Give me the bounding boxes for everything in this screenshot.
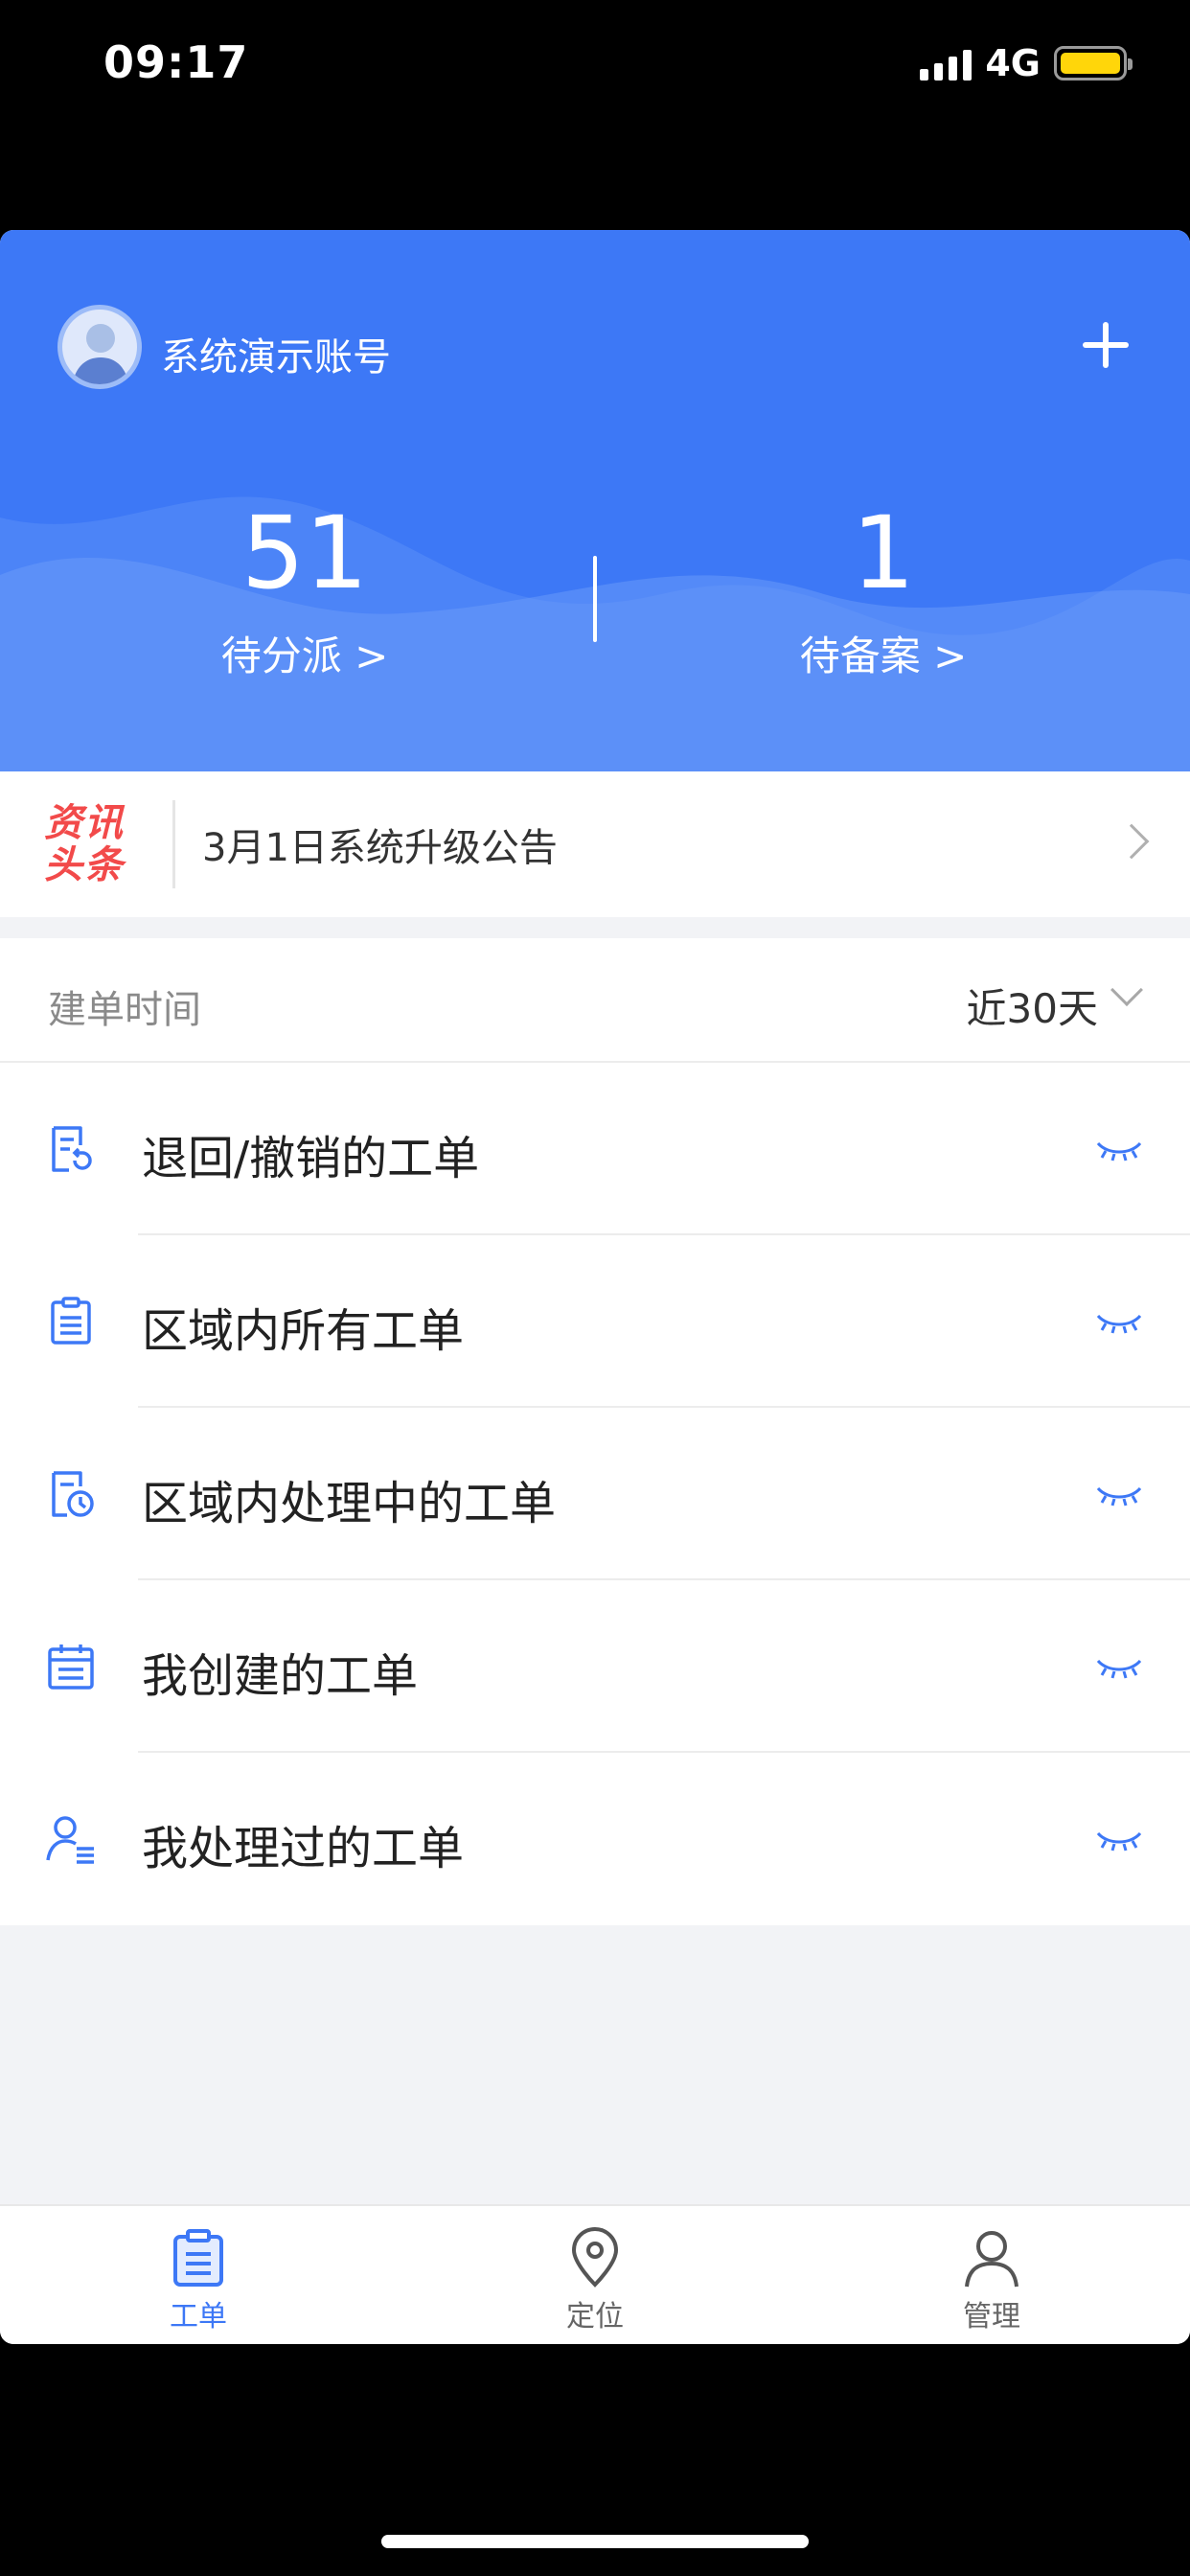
status-indicators: 4G bbox=[920, 42, 1133, 84]
app-screen: 系统演示账号 51 待分派 > 1 待备案 > 资讯 头条 3月1日系统升级公告… bbox=[0, 230, 1190, 2344]
list-item-created-by-me[interactable]: 我创建的工单 bbox=[0, 1580, 1190, 1753]
location-pin-icon bbox=[571, 2227, 619, 2288]
time-filter-row: 建单时间 近30天 bbox=[0, 938, 1190, 1063]
stat-divider bbox=[593, 556, 597, 642]
list-item-label: 我处理过的工单 bbox=[142, 1822, 465, 1875]
stat-label: 待备案 > bbox=[799, 632, 968, 679]
clipboard-icon bbox=[173, 2229, 223, 2287]
stat-value: 1 bbox=[851, 494, 916, 611]
signal-icon bbox=[920, 46, 973, 80]
user-list-icon bbox=[46, 1816, 94, 1864]
username: 系统演示账号 bbox=[161, 335, 391, 380]
status-time: 09:17 bbox=[103, 36, 249, 88]
list-item-label: 我创建的工单 bbox=[142, 1649, 419, 1703]
news-headline: 3月1日系统升级公告 bbox=[202, 826, 558, 870]
news-logo-line1: 资讯 bbox=[44, 801, 125, 845]
tab-management[interactable]: 管理 bbox=[793, 2206, 1190, 2344]
filter-dropdown[interactable]: 近30天 bbox=[967, 977, 1098, 1035]
return-document-icon bbox=[52, 1126, 92, 1172]
bottom-tab-bar: 工单 定位 管理 bbox=[0, 2204, 1190, 2344]
battery-icon bbox=[1054, 46, 1133, 80]
news-logo: 资讯 头条 bbox=[44, 802, 140, 886]
stat-pending-dispatch[interactable]: 51 待分派 > bbox=[113, 503, 496, 682]
avatar-icon bbox=[72, 324, 129, 384]
home-indicator[interactable] bbox=[381, 2535, 809, 2548]
chevron-right-icon bbox=[1113, 823, 1150, 860]
list-item-all-in-area[interactable]: 区域内所有工单 bbox=[0, 1235, 1190, 1408]
dashboard-header: 系统演示账号 51 待分派 > 1 待备案 > bbox=[0, 230, 1190, 771]
eye-closed-icon[interactable] bbox=[1094, 1132, 1144, 1166]
calendar-icon bbox=[48, 1644, 94, 1690]
list-item-label: 退回/撤销的工单 bbox=[142, 1132, 480, 1185]
clipboard-icon bbox=[51, 1297, 91, 1345]
tab-label: 定位 bbox=[566, 2300, 624, 2334]
list-item-label: 区域内所有工单 bbox=[142, 1304, 465, 1358]
plus-icon[interactable] bbox=[1075, 314, 1136, 376]
tab-label: 管理 bbox=[963, 2300, 1020, 2334]
avatar[interactable] bbox=[57, 305, 142, 389]
tab-location[interactable]: 定位 bbox=[397, 2206, 793, 2344]
chevron-down-icon[interactable] bbox=[1110, 974, 1143, 1006]
eye-closed-icon[interactable] bbox=[1094, 1304, 1144, 1339]
stat-pending-record[interactable]: 1 待备案 > bbox=[692, 503, 1075, 682]
wave-background bbox=[0, 496, 1190, 771]
news-banner[interactable]: 资讯 头条 3月1日系统升级公告 bbox=[0, 771, 1190, 917]
eye-closed-icon[interactable] bbox=[1094, 1649, 1144, 1684]
eye-closed-icon[interactable] bbox=[1094, 1822, 1144, 1856]
list-item-processing-in-area[interactable]: 区域内处理中的工单 bbox=[0, 1408, 1190, 1580]
stat-value: 51 bbox=[240, 494, 369, 611]
status-bar: 09:17 4G bbox=[0, 0, 1190, 134]
work-order-list: 退回/撤销的工单 区域内所有工单 区域内处理中的工单 我创建的工单 我处理过的工… bbox=[0, 1063, 1190, 1925]
document-clock-icon bbox=[52, 1471, 94, 1517]
list-item-label: 区域内处理中的工单 bbox=[142, 1477, 557, 1530]
tab-work-orders[interactable]: 工单 bbox=[0, 2206, 397, 2344]
filter-label: 建单时间 bbox=[48, 988, 201, 1032]
eye-closed-icon[interactable] bbox=[1094, 1477, 1144, 1511]
tab-label: 工单 bbox=[170, 2300, 227, 2334]
user-icon bbox=[965, 2231, 1018, 2288]
network-type: 4G bbox=[985, 42, 1041, 84]
news-divider bbox=[172, 800, 175, 888]
list-item-returned[interactable]: 退回/撤销的工单 bbox=[0, 1063, 1190, 1235]
stat-label: 待分派 > bbox=[220, 632, 389, 679]
list-item-processed-by-me[interactable]: 我处理过的工单 bbox=[0, 1753, 1190, 1925]
news-logo-line2: 头条 bbox=[44, 843, 125, 887]
